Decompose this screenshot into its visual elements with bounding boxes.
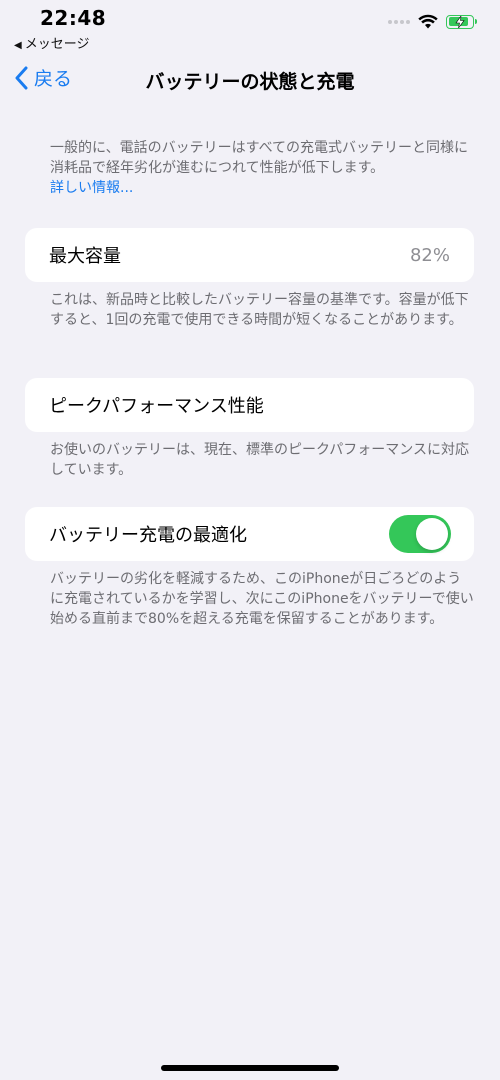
battery-health-screen: 22:48 ◀ メッセージ 戻る バッテリーの状態と充電 一般的に、電話のバッテリ… xyxy=(0,0,500,1080)
intro-description: 一般的に、電話のバッテリーはすべての充電式バッテリーと同様に消耗品で経年劣化が進… xyxy=(50,138,474,198)
optimized-charging-row: バッテリー充電の最適化 xyxy=(25,507,474,561)
return-to-app-link[interactable]: ◀ メッセージ xyxy=(14,33,89,52)
back-triangle-icon: ◀ xyxy=(14,40,22,51)
learn-more-link[interactable]: 詳しい情報... xyxy=(50,178,474,198)
optimized-charging-footer: バッテリーの劣化を軽減するため、このiPhoneが日ごろどのように充電されている… xyxy=(50,571,474,627)
optimized-charging-label: バッテリー充電の最適化 xyxy=(49,525,247,546)
battery-charging-icon xyxy=(446,14,477,29)
max-capacity-value: 82% xyxy=(409,244,450,266)
peak-performance-label: ピークパフォーマンス性能 xyxy=(49,396,264,417)
max-capacity-row: 最大容量 82% xyxy=(25,228,474,282)
battery-tip xyxy=(474,19,477,24)
status-indicators xyxy=(388,14,477,29)
wifi-icon xyxy=(418,14,438,29)
optimized-charging-toggle[interactable] xyxy=(389,515,451,553)
charging-bolt-icon xyxy=(455,15,465,28)
home-indicator[interactable] xyxy=(161,1065,339,1071)
peak-performance-footer: お使いのバッテリーは、現在、標準のピークパフォーマンスに対応しています。 xyxy=(50,442,470,478)
max-capacity-label: 最大容量 xyxy=(49,246,121,267)
max-capacity-footer: これは、新品時と比較したバッテリー容量の基準です。容量が低下すると、1回の充電で… xyxy=(50,292,469,328)
return-app-label: メッセージ xyxy=(24,37,90,52)
signal-dots-icon xyxy=(388,19,410,24)
page-title: バッテリーの状態と充電 xyxy=(145,71,355,93)
toggle-knob xyxy=(416,518,448,550)
peak-performance-row: ピークパフォーマンス性能 xyxy=(25,378,474,432)
intro-text: 一般的に、電話のバッテリーはすべての充電式バッテリーと同様に消耗品で経年劣化が進… xyxy=(50,140,469,176)
status-time: 22:48 xyxy=(40,6,107,30)
